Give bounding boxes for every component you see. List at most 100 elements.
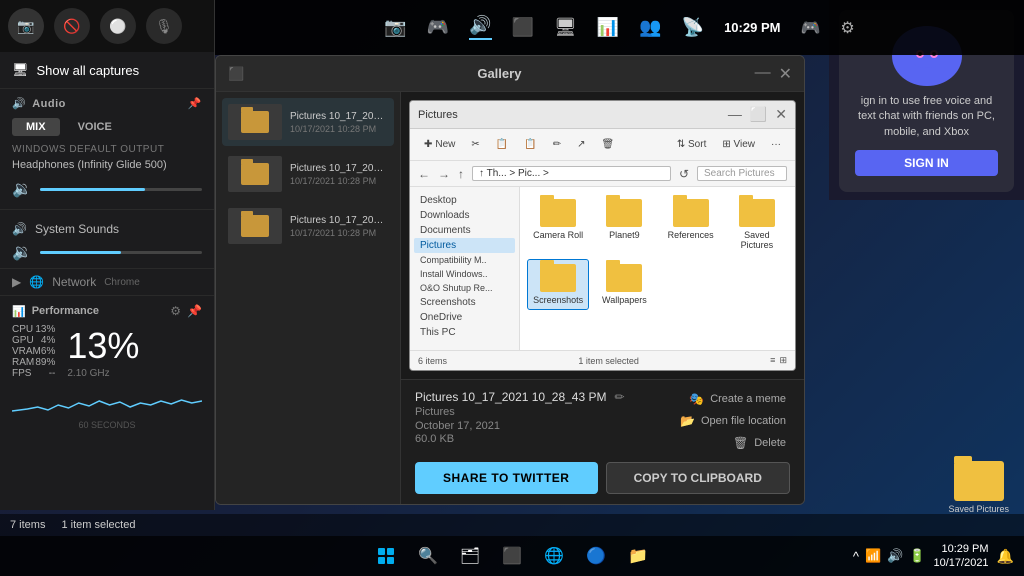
- thumbnail-item-3[interactable]: Pictures 10_17_2021 10_28_0... 10/17/202…: [222, 202, 394, 250]
- battery-icon[interactable]: 🔋: [909, 548, 925, 564]
- fe-share-btn[interactable]: ↗: [571, 137, 591, 152]
- fe-folder-references[interactable]: References: [661, 195, 721, 254]
- fe-sidebar-downloads[interactable]: Downloads: [414, 208, 515, 223]
- fe-sidebar-compat[interactable]: Compatibility M..: [414, 253, 515, 267]
- mini-folder-1: [241, 111, 269, 133]
- xb-broadcast-icon[interactable]: 📡: [682, 17, 704, 38]
- fe-sidebar-oo[interactable]: O&O Shutup Re...: [414, 281, 515, 295]
- fe-view-btn[interactable]: ⊞ View: [716, 137, 761, 152]
- circle-icon[interactable]: ⚪: [100, 8, 136, 44]
- volume-down-icon: 🔉: [12, 179, 32, 199]
- audio-pin-icon[interactable]: 📌: [188, 97, 202, 110]
- taskbar-search-btn[interactable]: 🔍: [410, 538, 446, 574]
- gallery-file-date: October 17, 2021: [415, 420, 625, 432]
- taskbar-start-btn[interactable]: [368, 538, 404, 574]
- xb-audio-icon[interactable]: 🔊: [469, 15, 491, 40]
- fe-maximize-btn[interactable]: ⬜: [750, 106, 767, 123]
- taskbar-clock[interactable]: 10:29 PM 10/17/2021: [934, 542, 989, 571]
- fe-view-controls: ≡ ⊞: [770, 355, 787, 366]
- thumb-name-2: Pictures 10_17_2021 10_28_10...: [290, 163, 388, 174]
- tab-mix[interactable]: MIX: [12, 118, 60, 136]
- fe-cut-btn[interactable]: ✂: [465, 137, 485, 152]
- xb-screen-icon[interactable]: 🖥: [554, 17, 577, 38]
- fe-back-btn[interactable]: ←: [418, 167, 430, 181]
- volume-slider[interactable]: [40, 188, 202, 191]
- fe-more-btn[interactable]: ···: [765, 137, 787, 152]
- xb-friends-icon[interactable]: 👥: [639, 17, 661, 38]
- taskbar-explorer-btn[interactable]: 📁: [620, 538, 656, 574]
- system-volume-slider[interactable]: [40, 251, 202, 254]
- edit-icon[interactable]: ✏: [614, 390, 624, 404]
- wifi-icon[interactable]: 📶: [865, 548, 881, 564]
- gallery-close-icon[interactable]: ✕: [779, 64, 792, 84]
- xb-settings-icon[interactable]: ⚙: [840, 18, 854, 38]
- fe-paste-btn[interactable]: 📋: [518, 137, 542, 152]
- fe-folder-screenshots[interactable]: Screenshots: [528, 260, 588, 309]
- fe-sort-btn[interactable]: ⇅ Sort: [671, 137, 713, 152]
- fe-rename-btn[interactable]: ✏: [547, 137, 567, 152]
- fe-search-input[interactable]: Search Pictures: [697, 166, 787, 181]
- fe-forward-btn[interactable]: →: [438, 167, 450, 181]
- tray-arrow-icon[interactable]: ^: [853, 549, 859, 564]
- taskbar-multitasking-btn[interactable]: ⬛: [494, 538, 530, 574]
- folder-open-icon: 📂: [680, 414, 695, 428]
- delete-btn[interactable]: 🗑 Delete: [729, 434, 790, 452]
- perf-pin-icon[interactable]: 📌: [187, 304, 202, 318]
- fe-sidebar-documents[interactable]: Documents: [414, 223, 515, 238]
- fe-grid-view-icon[interactable]: ⊞: [779, 355, 787, 366]
- open-location-btn[interactable]: 📂 Open file location: [676, 412, 790, 430]
- taskbar-edge-btn[interactable]: 🌐: [536, 538, 572, 574]
- fe-address-path[interactable]: ↑ Th... > Pic... >: [472, 166, 671, 181]
- capture-icon[interactable]: 📷: [8, 8, 44, 44]
- fe-sidebar-onedrive[interactable]: OneDrive: [414, 310, 515, 325]
- fe-delete-btn[interactable]: 🗑: [595, 137, 620, 152]
- mic-icon[interactable]: 🎙: [146, 8, 182, 44]
- xb-social-icon[interactable]: ⬛: [512, 17, 534, 38]
- cpu-speed: 2.10 GHz: [67, 368, 139, 379]
- fe-folder-wallpapers[interactable]: Wallpapers: [594, 260, 654, 309]
- show-captures-btn[interactable]: 🖥 Show all captures: [0, 52, 214, 89]
- thumbnail-item-2[interactable]: Pictures 10_17_2021 10_28_10... 10/17/20…: [222, 150, 394, 198]
- fe-sidebar-screenshots[interactable]: Screenshots: [414, 295, 515, 310]
- saved-pictures-label: Saved Pictures: [948, 504, 1009, 514]
- tab-voice[interactable]: VOICE: [64, 118, 126, 136]
- gallery-minimize-icon[interactable]: —: [755, 64, 771, 84]
- fe-sidebar-thispc[interactable]: This PC: [414, 325, 515, 340]
- fe-folder-planet9[interactable]: Planet9: [594, 195, 654, 254]
- fe-sidebar-desktop[interactable]: Desktop: [414, 193, 515, 208]
- xb-capture-icon[interactable]: 📷: [384, 17, 406, 38]
- xb-perf-icon[interactable]: 📊: [597, 17, 619, 38]
- mute-icon[interactable]: 🚫: [54, 8, 90, 44]
- network-label2: Chrome: [104, 277, 140, 288]
- fe-new-btn[interactable]: ✚ New: [418, 137, 461, 152]
- taskbar-widgets-btn[interactable]: 🗂: [452, 538, 488, 574]
- fe-close-btn[interactable]: ✕: [775, 106, 787, 123]
- xb-achievement-icon[interactable]: 🎮: [427, 17, 449, 38]
- fe-up-btn[interactable]: ↑: [458, 167, 464, 181]
- share-twitter-btn[interactable]: SHARE TO TWITTER: [415, 462, 598, 494]
- thumbnail-item-1[interactable]: Pictures 10_17_2021 10_28_4... 10/17/202…: [222, 98, 394, 146]
- volume-tray-icon[interactable]: 🔊: [887, 548, 903, 564]
- fe-copy-btn[interactable]: 📋: [490, 137, 514, 152]
- gallery-file-folder: Pictures: [415, 406, 625, 418]
- fe-list-view-icon[interactable]: ≡: [770, 355, 775, 366]
- notifications-btn[interactable]: 🔔: [997, 548, 1014, 565]
- fe-folder-camera-roll[interactable]: Camera Roll: [528, 195, 588, 254]
- gallery-action-buttons: SHARE TO TWITTER COPY TO CLIPBOARD: [415, 462, 790, 494]
- create-meme-label: Create a meme: [710, 393, 786, 405]
- ram-row: RAM 89%: [12, 357, 55, 368]
- taskbar-chrome-btn[interactable]: 🔵: [578, 538, 614, 574]
- network-section[interactable]: ▶ 🌐 Network Chrome: [0, 268, 214, 295]
- fe-minimize-btn[interactable]: —: [728, 106, 742, 123]
- fe-sidebar-pictures[interactable]: Pictures: [414, 238, 515, 253]
- volume-fill: [40, 188, 145, 191]
- create-meme-btn[interactable]: 🎭 Create a meme: [685, 390, 790, 408]
- discord-signin-btn[interactable]: SIGN IN: [855, 150, 998, 176]
- left-panel: 📷 🚫 ⚪ 🎙 🖥 Show all captures 🔊 Audio 📌 MI…: [0, 0, 215, 510]
- fe-folder-saved-pictures[interactable]: Saved Pictures: [727, 195, 787, 254]
- thumb-folder-2: [228, 156, 282, 192]
- copy-clipboard-btn[interactable]: COPY TO CLIPBOARD: [606, 462, 791, 494]
- fe-refresh-btn[interactable]: ↺: [679, 167, 689, 181]
- perf-settings-icon[interactable]: ⚙: [170, 304, 181, 318]
- fe-sidebar-install[interactable]: Install Windows..: [414, 267, 515, 281]
